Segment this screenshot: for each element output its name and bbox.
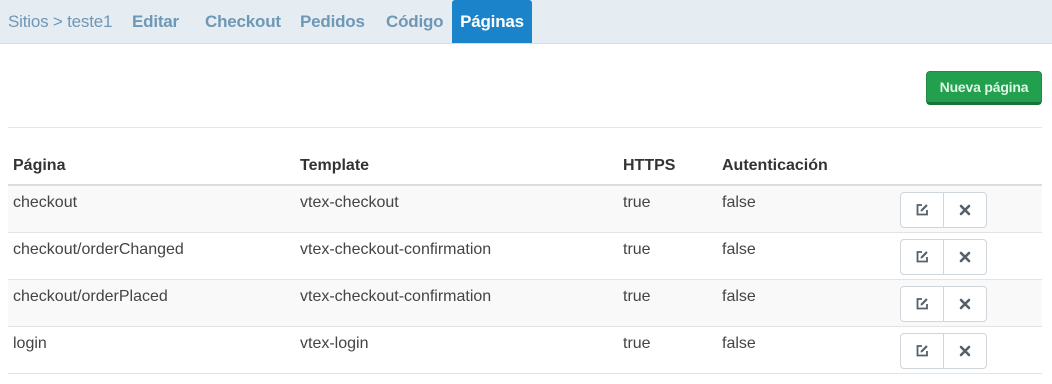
edit-button[interactable] <box>901 193 943 227</box>
cell-page: checkout/orderPlaced <box>13 288 168 305</box>
cell-template: vtex-checkout-confirmation <box>300 241 492 258</box>
edit-icon <box>916 298 928 310</box>
edit-button[interactable] <box>901 287 943 321</box>
edit-icon <box>916 345 928 357</box>
row-actions <box>900 192 987 228</box>
divider <box>8 127 1042 128</box>
cell-template: vtex-login <box>300 335 369 352</box>
table-header: Página Template HTTPS Autenticación <box>8 140 1042 186</box>
cell-https: true <box>623 241 651 258</box>
tab-paginas[interactable]: Páginas <box>452 0 532 43</box>
edit-icon <box>916 204 928 216</box>
table-row: checkout/orderChanged vtex-checkout-conf… <box>8 233 1042 280</box>
tab-checkout[interactable]: Checkout <box>205 0 281 43</box>
pages-table: Página Template HTTPS Autenticación chec… <box>8 140 1042 374</box>
delete-icon <box>959 204 971 216</box>
row-actions <box>900 286 987 322</box>
row-actions <box>900 333 987 369</box>
edit-icon <box>916 251 928 263</box>
tab-codigo[interactable]: Código <box>386 0 444 43</box>
row-actions <box>900 239 987 275</box>
top-navigation: Sitios > teste1 Editar Checkout Pedidos … <box>0 0 1052 44</box>
column-header-pagina: Página <box>13 157 66 174</box>
cell-auth: false <box>722 194 756 211</box>
edit-button[interactable] <box>901 240 943 274</box>
edit-button[interactable] <box>901 334 943 368</box>
cell-auth: false <box>722 335 756 352</box>
column-header-https: HTTPS <box>623 157 676 174</box>
delete-icon <box>959 298 971 310</box>
tab-editar[interactable]: Editar <box>132 0 179 43</box>
cell-https: true <box>623 335 651 352</box>
column-header-template: Template <box>300 157 370 174</box>
delete-button[interactable] <box>943 334 986 368</box>
delete-button[interactable] <box>943 287 986 321</box>
cell-https: true <box>623 288 651 305</box>
delete-icon <box>959 345 971 357</box>
cell-page: checkout/orderChanged <box>13 241 184 258</box>
cell-template: vtex-checkout <box>300 194 399 211</box>
breadcrumb[interactable]: Sitios > teste1 <box>8 0 112 43</box>
tab-pedidos[interactable]: Pedidos <box>300 0 365 43</box>
table-row: checkout/orderPlaced vtex-checkout-confi… <box>8 280 1042 327</box>
table-row: checkout vtex-checkout true false <box>8 186 1042 233</box>
delete-icon <box>959 251 971 263</box>
cell-page: login <box>13 335 47 352</box>
table-row: login vtex-login true false <box>8 327 1042 374</box>
cell-auth: false <box>722 288 756 305</box>
cell-auth: false <box>722 241 756 258</box>
cell-page: checkout <box>13 194 78 211</box>
cell-template: vtex-checkout-confirmation <box>300 288 492 305</box>
column-header-autenticacion: Autenticación <box>722 157 828 174</box>
delete-button[interactable] <box>943 193 986 227</box>
delete-button[interactable] <box>943 240 986 274</box>
new-page-button[interactable]: Nueva página <box>926 71 1042 105</box>
cell-https: true <box>623 194 651 211</box>
